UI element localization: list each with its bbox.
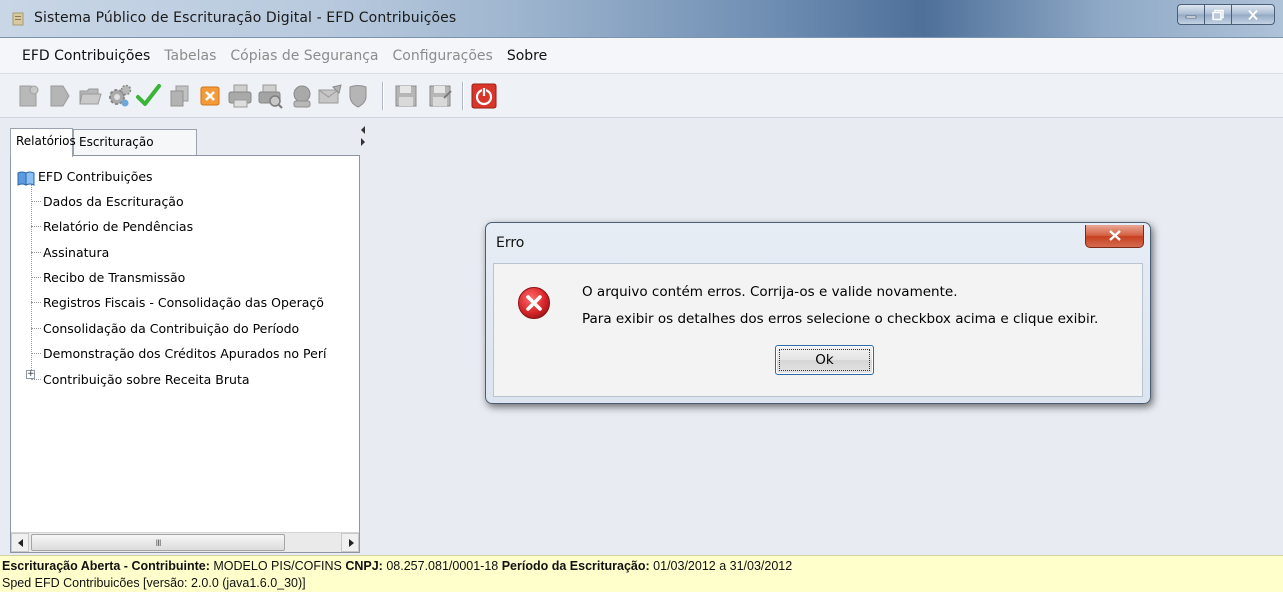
tab-relatorios[interactable]: Relatórios xyxy=(10,128,76,157)
dialog-body: O arquivo contém erros. Corrija-os e val… xyxy=(493,263,1143,397)
copy-icon[interactable] xyxy=(166,82,194,110)
menu-efd-contribuicoes[interactable]: EFD Contribuições xyxy=(22,48,150,64)
save-as-icon[interactable] xyxy=(426,82,454,110)
menu-sobre[interactable]: Sobre xyxy=(507,48,547,64)
ok-button[interactable]: Ok xyxy=(775,345,874,375)
signature-icon[interactable] xyxy=(288,82,316,110)
minimize-button[interactable] xyxy=(1177,4,1204,25)
close-button[interactable] xyxy=(1231,4,1275,25)
error-dialog: Erro O arquivo contém erros. Corrija-os … xyxy=(485,222,1151,404)
close-icon xyxy=(1248,9,1258,20)
tab-escrituracao[interactable]: Escrituração xyxy=(73,129,197,156)
tree-item-assinatura[interactable]: Assinatura xyxy=(30,240,109,265)
open-document-icon[interactable] xyxy=(46,82,74,110)
error-icon xyxy=(518,287,550,319)
arrow-left-icon xyxy=(18,539,23,547)
dialog-title: Erro xyxy=(496,235,525,251)
status-contribuinte: MODELO PIS/COFINS xyxy=(209,559,346,573)
tree-item-dados-da-escrituracao[interactable]: Dados da Escrituração xyxy=(31,189,184,214)
tree-item-consolidacao-da-contribuicao[interactable]: Consolidação da Contribuição do Período xyxy=(30,316,299,341)
tree-view: EFD Contribuições Dados da Escrituração … xyxy=(10,155,360,553)
menu-copias-de-seguranca[interactable]: Cópias de Segurança xyxy=(230,48,378,64)
new-document-icon[interactable] xyxy=(14,82,42,110)
report-tree: EFD Contribuições Dados da Escrituração … xyxy=(11,162,359,522)
window-controls xyxy=(1177,4,1275,25)
close-icon xyxy=(1109,230,1121,241)
status-bar: Escrituração Aberta - Contribuinte: MODE… xyxy=(0,555,1283,592)
app-icon xyxy=(12,12,24,26)
toolbar-separator xyxy=(382,82,384,110)
status-version: Sped EFD Contribuicões [versão: 2.0.0 (j… xyxy=(2,576,306,590)
restore-icon xyxy=(1212,9,1224,20)
error-message-line2: Para exibir os detalhes dos erros seleci… xyxy=(582,311,1099,327)
folder-icon[interactable] xyxy=(76,82,104,110)
email-icon[interactable] xyxy=(316,82,344,110)
maximize-button[interactable] xyxy=(1204,4,1231,25)
menu-configuracoes[interactable]: Configurações xyxy=(393,48,493,64)
print-icon[interactable] xyxy=(226,82,254,110)
shield-icon[interactable] xyxy=(344,82,372,110)
tree-item-recibo-de-transmissao[interactable]: Recibo de Transmissão xyxy=(30,265,185,290)
arrow-right-icon xyxy=(349,539,354,547)
status-periodo: 01/03/2012 a 31/03/2012 xyxy=(649,559,793,573)
exit-icon[interactable] xyxy=(470,82,498,110)
horizontal-scrollbar[interactable]: III xyxy=(11,532,359,552)
status-opened-label: Escrituração Aberta - Contribuinte: xyxy=(2,559,210,573)
status-periodo-label: Período da Escrituração: xyxy=(501,559,650,573)
panel-splitter[interactable] xyxy=(360,118,370,555)
scroll-right-button[interactable] xyxy=(341,533,359,552)
status-cnpj: 08.257.081/0001-18 xyxy=(382,559,502,573)
print-preview-icon[interactable] xyxy=(256,82,284,110)
book-icon xyxy=(17,171,35,186)
tree-item-demonstracao-dos-creditos[interactable]: Demonstração dos Créditos Apurados no Pe… xyxy=(30,341,326,366)
focus-ring xyxy=(779,349,870,371)
status-cnpj-label: CNPJ: xyxy=(345,559,383,573)
checkmark-icon[interactable] xyxy=(134,82,162,110)
tree-root-label: EFD Contribuições xyxy=(38,169,153,184)
scroll-thumb[interactable]: III xyxy=(31,534,285,551)
toolbar-separator xyxy=(462,82,464,110)
toolbar xyxy=(0,74,1283,118)
tree-item-registros-fiscais[interactable]: Registros Fiscais - Consolidação das Ope… xyxy=(31,290,324,315)
collapse-arrow-icon[interactable] xyxy=(359,124,367,148)
left-panel: Relatórios Escrituração EFD Contribuiçõe… xyxy=(10,126,360,553)
scroll-grip: III xyxy=(155,539,162,549)
cancel-icon[interactable] xyxy=(196,82,224,110)
tree-item-contribuicao-sobre-receita-bruta[interactable]: Contribuição sobre Receita Bruta xyxy=(31,367,250,392)
window-title: Sistema Público de Escrituração Digital … xyxy=(34,10,457,26)
menu-tabelas[interactable]: Tabelas xyxy=(164,48,216,64)
status-line-1: Escrituração Aberta - Contribuinte: MODE… xyxy=(2,559,792,573)
title-bar: Sistema Público de Escrituração Digital … xyxy=(0,0,1283,38)
tree-item-relatorio-de-pendencias[interactable]: Relatório de Pendências xyxy=(30,214,193,239)
menu-bar: EFD Contribuições Tabelas Cópias de Segu… xyxy=(0,38,1283,74)
tree-connector xyxy=(31,184,32,374)
error-message-line1: O arquivo contém erros. Corrija-os e val… xyxy=(582,284,958,300)
tree-root-efd-contribuicoes[interactable]: EFD Contribuições xyxy=(17,164,153,189)
scroll-left-button[interactable] xyxy=(11,533,29,552)
gears-icon[interactable] xyxy=(106,82,134,110)
save-icon[interactable] xyxy=(392,82,420,110)
tree-expander[interactable]: + xyxy=(26,370,35,379)
dialog-close-button[interactable] xyxy=(1085,225,1144,248)
minimize-icon xyxy=(1185,15,1197,18)
